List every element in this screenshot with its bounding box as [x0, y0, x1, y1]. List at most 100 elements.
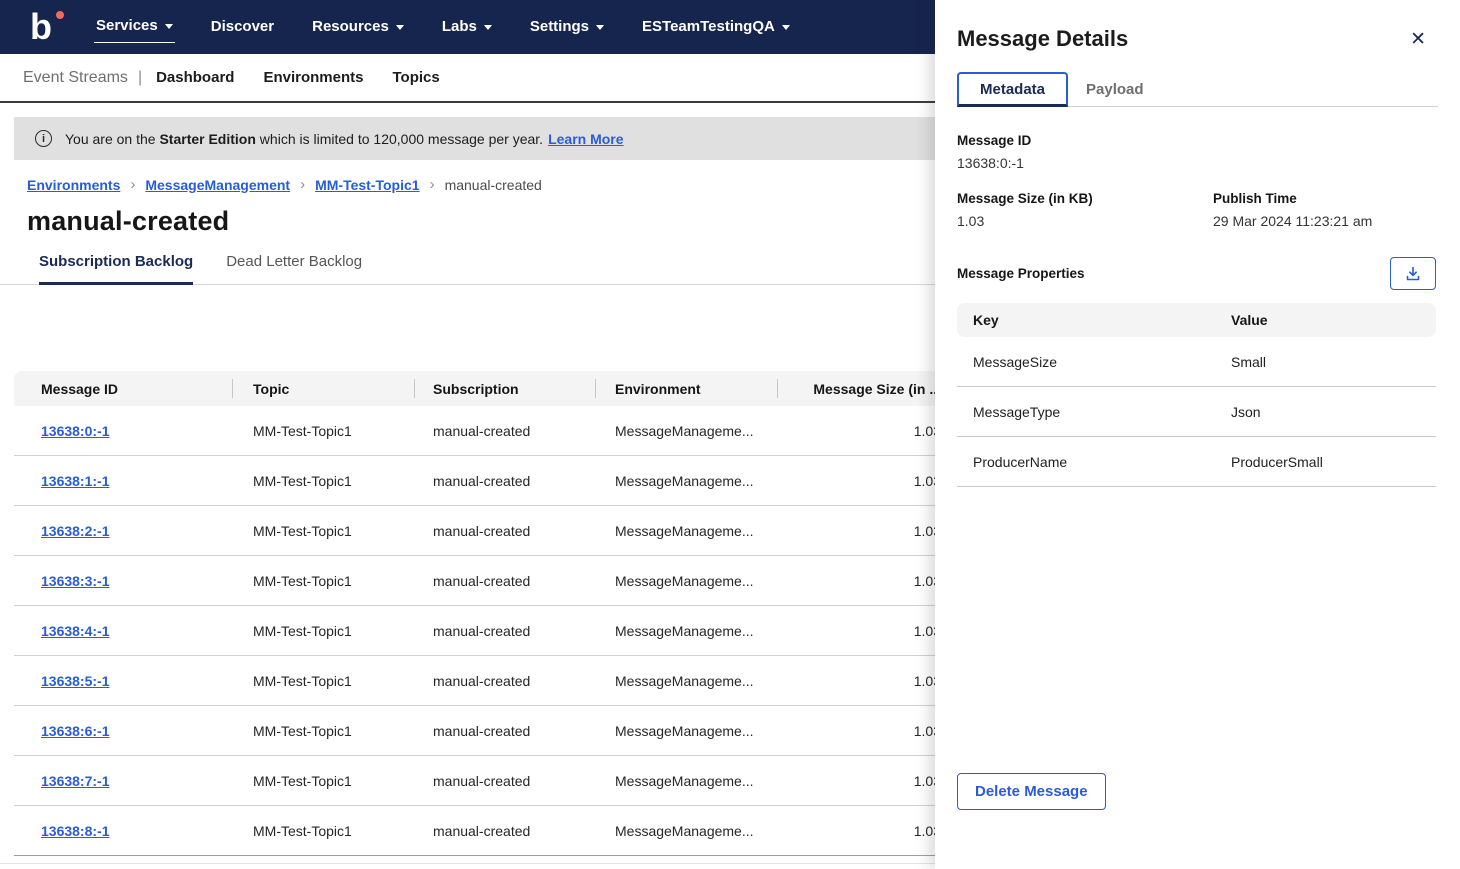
chevron-down-icon	[164, 24, 173, 29]
cell-message-size: 1.03	[913, 722, 941, 739]
cell-message-id: 13638:2:-1	[14, 506, 232, 555]
message-id-link[interactable]: 13638:8:-1	[41, 823, 110, 839]
message-id-link[interactable]: 13638:2:-1	[41, 523, 110, 539]
cell-message-size: 1.03	[913, 422, 941, 439]
table-row[interactable]: 13638:6:-1 MM-Test-Topic1 manual-created Me…	[14, 706, 955, 756]
learn-more-link[interactable]: Learn More	[548, 131, 623, 147]
breadcrumb-environments[interactable]: Environments	[27, 177, 120, 193]
cell-subscription: manual-created	[433, 822, 531, 839]
publish-time-label: Publish Time	[1213, 191, 1297, 206]
column-header-topic: Topic	[232, 371, 414, 406]
chevron-down-icon	[483, 24, 492, 30]
messages-table-header: Message ID Topic Subscription Environmen…	[14, 371, 955, 406]
table-row[interactable]: 13638:1:-1 MM-Test-Topic1 manual-created Me…	[14, 456, 955, 506]
nav-item-resources[interactable]: Resources	[310, 12, 406, 43]
cell-message-id: 13638:1:-1	[14, 456, 232, 505]
message-id-link[interactable]: 13638:0:-1	[41, 423, 110, 439]
cell-message-size: 1.03	[913, 822, 941, 839]
cell-message-id: 13638:5:-1	[14, 656, 232, 705]
message-details-panel: Message Details ✕ Metadata Payload Messa…	[935, 0, 1460, 869]
nav-item-labs[interactable]: Labs	[440, 12, 494, 43]
messages-table: Message ID Topic Subscription Environmen…	[14, 371, 955, 856]
tab-subscription-backlog[interactable]: Subscription Backlog	[39, 253, 194, 285]
delete-message-button[interactable]: Delete Message	[957, 773, 1106, 810]
properties-table: Key Value MessageSize Small MessageType Jso…	[957, 303, 1436, 487]
cell-environment: MessageManageme...	[615, 422, 754, 439]
brand-logo[interactable]: b	[30, 9, 64, 45]
cell-subscription: manual-created	[433, 472, 531, 489]
cell-topic: MM-Test-Topic1	[253, 622, 352, 639]
cell-topic: MM-Test-Topic1	[253, 772, 352, 789]
info-icon: i	[35, 130, 52, 147]
nav-item-services[interactable]: Services	[94, 11, 175, 43]
column-header-environment: Environment	[595, 371, 777, 406]
property-key: MessageSize	[973, 353, 1058, 370]
message-id-link[interactable]: 13638:4:-1	[41, 623, 110, 639]
property-value: Small	[1231, 353, 1267, 370]
column-header-value: Value	[1213, 312, 1436, 328]
message-id-link[interactable]: 13638:3:-1	[41, 573, 110, 589]
chevron-right-icon: ›	[429, 176, 435, 193]
chevron-right-icon: ›	[130, 176, 136, 193]
column-header-key: Key	[973, 312, 999, 328]
message-size-value: 1.03	[957, 213, 985, 229]
nav-item-label: ESTeamTestingQA	[642, 17, 775, 35]
chevron-down-icon	[781, 24, 790, 30]
nav-item-settings[interactable]: Settings	[528, 12, 606, 43]
subnav-item-topics[interactable]: Topics	[392, 69, 439, 86]
panel-title: Message Details	[957, 26, 1129, 51]
breadcrumb-topic[interactable]: MM-Test-Topic1	[315, 177, 419, 193]
cell-subscription: manual-created	[433, 772, 531, 789]
chevron-right-icon: ›	[300, 176, 306, 193]
tab-dead-letter-backlog[interactable]: Dead Letter Backlog	[226, 253, 362, 285]
cell-topic: MM-Test-Topic1	[253, 822, 352, 839]
message-id-link[interactable]: 13638:1:-1	[41, 473, 110, 489]
subnav-item-environments[interactable]: Environments	[263, 69, 363, 86]
tab-metadata[interactable]: Metadata	[957, 72, 1069, 107]
breadcrumb-message-management[interactable]: MessageManagement	[145, 177, 290, 193]
message-id-value: 13638:0:-1	[957, 155, 1024, 171]
panel-tabs: Metadata Payload	[957, 72, 1438, 107]
column-header-message-size: Message Size (in ...	[777, 371, 955, 406]
subnav-item-dashboard[interactable]: Dashboard	[156, 69, 234, 86]
bottom-divider	[0, 863, 935, 864]
table-row[interactable]: 13638:7:-1 MM-Test-Topic1 manual-created Me…	[14, 756, 955, 806]
cell-topic: MM-Test-Topic1	[253, 672, 352, 689]
divider: |	[137, 68, 143, 86]
banner-text: You are on the Starter Edition which is …	[65, 130, 544, 147]
table-row[interactable]: 13638:3:-1 MM-Test-Topic1 manual-created Me…	[14, 556, 955, 606]
message-id-link[interactable]: 13638:5:-1	[41, 673, 110, 689]
column-header-subscription: Subscription	[414, 371, 595, 406]
cell-message-id: 13638:6:-1	[14, 706, 232, 755]
cell-subscription: manual-created	[433, 572, 531, 589]
cell-message-size: 1.03	[913, 572, 941, 589]
nav-item-account-menu[interactable]: ESTeamTestingQA	[640, 12, 792, 43]
table-row[interactable]: 13638:0:-1 MM-Test-Topic1 manual-created Me…	[14, 406, 955, 456]
cell-message-size: 1.03	[913, 672, 941, 689]
tab-payload[interactable]: Payload	[1070, 73, 1160, 107]
nav-item-discover[interactable]: Discover	[209, 12, 276, 43]
property-value: Json	[1231, 403, 1261, 420]
download-properties-button[interactable]	[1390, 257, 1436, 290]
publish-time-value: 29 Mar 2024 11:23:21 am	[1213, 213, 1373, 229]
table-row[interactable]: 13638:4:-1 MM-Test-Topic1 manual-created Me…	[14, 606, 955, 656]
property-key: MessageType	[973, 403, 1061, 420]
table-row[interactable]: 13638:5:-1 MM-Test-Topic1 manual-created Me…	[14, 656, 955, 706]
message-id-link[interactable]: 13638:6:-1	[41, 723, 110, 739]
property-row: MessageSize Small	[957, 337, 1436, 387]
cell-environment: MessageManageme...	[615, 722, 754, 739]
message-id-link[interactable]: 13638:7:-1	[41, 773, 110, 789]
breadcrumb-current: manual-created	[444, 176, 542, 193]
cell-environment: MessageManageme...	[615, 772, 754, 789]
cell-topic: MM-Test-Topic1	[253, 472, 352, 489]
product-section-label: Event Streams	[23, 68, 128, 86]
nav-item-label: Labs	[441, 17, 477, 35]
properties-table-header: Key Value	[957, 303, 1436, 337]
close-icon[interactable]: ✕	[1410, 30, 1426, 49]
cell-subscription: manual-created	[433, 422, 531, 439]
nav-item-label: Discover	[210, 17, 275, 35]
cell-environment: MessageManageme...	[615, 472, 754, 489]
brand-logo-letter: b	[30, 6, 52, 47]
table-row[interactable]: 13638:8:-1 MM-Test-Topic1 manual-created Me…	[14, 806, 955, 856]
table-row[interactable]: 13638:2:-1 MM-Test-Topic1 manual-created Me…	[14, 506, 955, 556]
